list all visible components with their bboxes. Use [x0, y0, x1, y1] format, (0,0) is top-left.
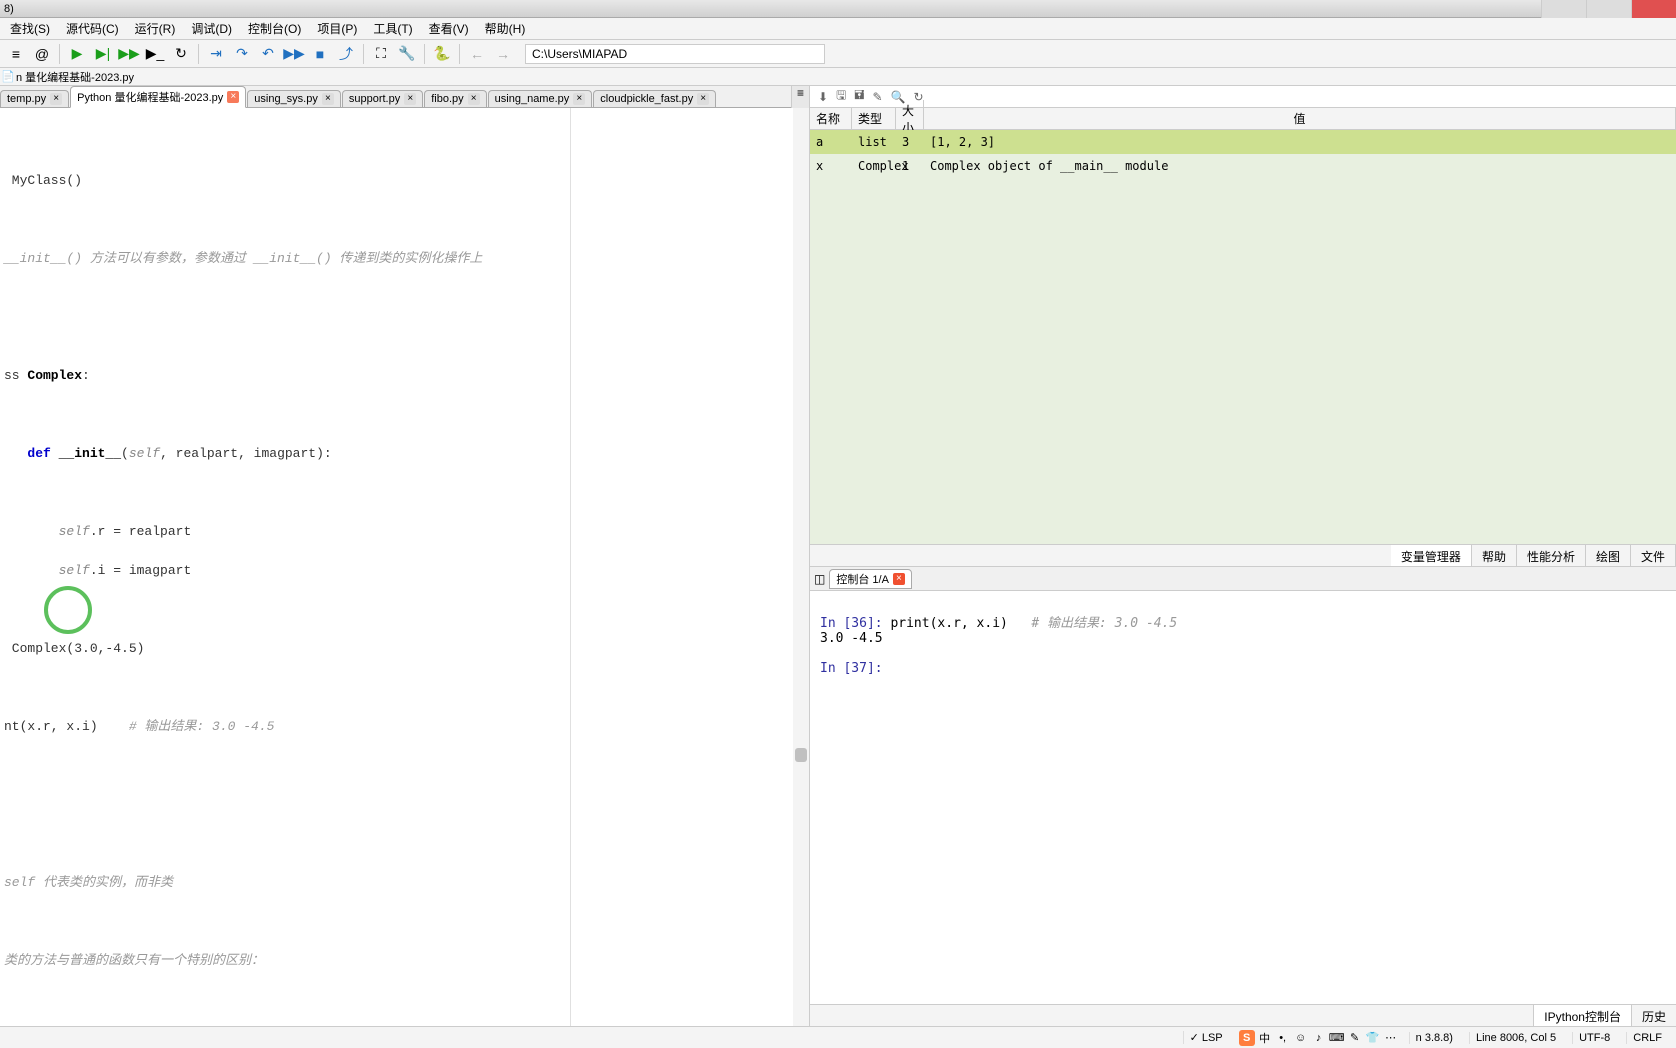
menu-view[interactable]: 查看(V)	[421, 18, 477, 39]
variable-header: 名称 类型 大小 值	[810, 108, 1676, 130]
debug-stepinto-icon[interactable]: ⇥	[204, 42, 228, 66]
tab-overflow-icon[interactable]: ≡	[791, 86, 809, 108]
maximize-button[interactable]	[1586, 0, 1631, 18]
variable-explorer: 名称 类型 大小 值 a list 3 [1, 2, 3] x Complex …	[810, 108, 1676, 566]
current-file-name: n 量化编程基础-2023.py	[16, 69, 134, 85]
outline-icon[interactable]: ≡	[4, 42, 28, 66]
tab-support[interactable]: support.py×	[342, 90, 423, 107]
debug-stepout-icon[interactable]: ↶	[256, 42, 280, 66]
menu-debug[interactable]: 调试(D)	[183, 18, 240, 39]
close-icon[interactable]: ×	[227, 91, 239, 103]
tab-cloudpickle[interactable]: cloudpickle_fast.py×	[593, 90, 716, 107]
cursor-position: Line 8006, Col 5	[1469, 1032, 1562, 1044]
tab-using-sys[interactable]: using_sys.py×	[247, 90, 341, 107]
close-icon[interactable]: ×	[468, 93, 480, 105]
tab-using-name[interactable]: using_name.py×	[488, 90, 593, 107]
menu-bar: 查找(S) 源代码(C) 运行(R) 调试(D) 控制台(O) 项目(P) 工具…	[0, 18, 1676, 40]
status-bar: ✓ LSP S 中 •, ☺ ♪ ⌨ ✎ 👕 ⋯ n 3.8.8) Line 8…	[0, 1026, 1676, 1048]
encoding[interactable]: UTF-8	[1572, 1032, 1616, 1044]
maximize-pane-icon[interactable]: ⛶	[369, 42, 393, 66]
line-ending[interactable]: CRLF	[1626, 1032, 1668, 1044]
run-cell-advance-icon[interactable]: ▶▶	[117, 42, 141, 66]
console-output[interactable]: In [36]: print(x.r, x.i) # 输出结果: 3.0 -4.…	[810, 591, 1676, 1004]
python-path-icon[interactable]: 🐍	[430, 42, 454, 66]
window-title: 8)	[4, 3, 14, 15]
settings-icon[interactable]: 🔧	[395, 42, 419, 66]
window-title-bar: 8)	[0, 0, 1676, 18]
run-selection-icon[interactable]: ▶_	[143, 42, 167, 66]
tab-ipython-console[interactable]: IPython控制台	[1533, 1005, 1631, 1026]
working-directory-input[interactable]	[525, 44, 825, 64]
editor-scrollbar[interactable]	[793, 108, 809, 1026]
variable-explorer-toolbar: ⬇ 🖫 🖬 ✎ 🔍 ↻	[810, 86, 1676, 108]
col-name-header[interactable]: 名称	[810, 108, 852, 129]
menu-help[interactable]: 帮助(H)	[477, 18, 534, 39]
variable-row[interactable]: x Complex 1 Complex object of __main__ m…	[810, 154, 1676, 178]
python-env[interactable]: n 3.8.8)	[1409, 1032, 1459, 1044]
minimize-button[interactable]	[1541, 0, 1586, 18]
editor-tabs: temp.py× Python 量化编程基础-2023.py× using_sy…	[0, 86, 809, 108]
forward-icon[interactable]: →	[491, 42, 515, 66]
tab-files[interactable]: 文件	[1631, 545, 1676, 566]
close-icon[interactable]: ×	[50, 93, 62, 105]
run-cell-icon[interactable]: ▶|	[91, 42, 115, 66]
save-as-icon[interactable]: 🖬	[854, 86, 864, 107]
col-type-header[interactable]: 类型	[852, 108, 896, 129]
window-close-button[interactable]	[1631, 0, 1676, 18]
tab-fibo[interactable]: fibo.py×	[424, 90, 486, 107]
tab-variable-explorer[interactable]: 变量管理器	[1391, 545, 1472, 566]
editor-pane: temp.py× Python 量化编程基础-2023.py× using_sy…	[0, 86, 810, 1026]
exclude-icon[interactable]: ✎	[873, 90, 883, 104]
right-pane-tabs: 变量管理器 帮助 性能分析 绘图 文件	[810, 544, 1676, 566]
menu-search[interactable]: 查找(S)	[2, 18, 58, 39]
close-icon[interactable]: ×	[697, 93, 709, 105]
run-icon[interactable]: ▶	[65, 42, 89, 66]
console-tab[interactable]: 控制台 1/A ×	[829, 569, 912, 589]
console-pane: ◫ 控制台 1/A × In [36]: print(x.r, x.i) # 输…	[810, 566, 1676, 1026]
close-icon[interactable]: ×	[573, 93, 585, 105]
menu-tools[interactable]: 工具(T)	[365, 18, 420, 39]
file-icon: 📄	[0, 70, 16, 83]
tab-main[interactable]: Python 量化编程基础-2023.py×	[70, 86, 246, 108]
save-icon[interactable]: 🖫	[836, 86, 846, 107]
menu-project[interactable]: 项目(P)	[309, 18, 365, 39]
tab-help[interactable]: 帮助	[1472, 545, 1517, 566]
menu-console[interactable]: 控制台(O)	[240, 18, 309, 39]
import-icon[interactable]: ⬇	[818, 90, 828, 104]
main-toolbar: ≡ @ ▶ ▶| ▶▶ ▶_ ↻ ⇥ ↷ ↶ ▶▶ ■ ⤴ ⛶ 🔧 🐍 ← →	[0, 40, 1676, 68]
right-pane: ⬇ 🖫 🖬 ✎ 🔍 ↻ 名称 类型 大小 值 a list 3 [1, 2, 3…	[810, 86, 1676, 1026]
ruler	[570, 108, 571, 1026]
tab-profiler[interactable]: 性能分析	[1517, 545, 1586, 566]
close-icon[interactable]: ×	[404, 93, 416, 105]
ime-toolbar[interactable]: S 中 •, ☺ ♪ ⌨ ✎ 👕 ⋯	[1239, 1030, 1399, 1046]
document-path-row: 📄 n 量化编程基础-2023.py	[0, 68, 1676, 86]
debug-stepover-icon[interactable]: ↷	[230, 42, 254, 66]
at-icon[interactable]: @	[30, 42, 54, 66]
debug-exit-icon[interactable]: ⤴	[334, 42, 358, 66]
rerun-icon[interactable]: ↻	[169, 42, 193, 66]
close-icon[interactable]: ×	[322, 93, 334, 105]
tab-plots[interactable]: 绘图	[1586, 545, 1631, 566]
menu-run[interactable]: 运行(R)	[127, 18, 184, 39]
console-options-icon[interactable]: ◫	[814, 572, 825, 586]
variable-row[interactable]: a list 3 [1, 2, 3]	[810, 130, 1676, 154]
back-icon[interactable]: ←	[465, 42, 489, 66]
debug-continue-icon[interactable]: ▶▶	[282, 42, 306, 66]
code-editor[interactable]: MyClass() __init__() 方法可以有参数，参数通过 __init…	[0, 108, 809, 1026]
console-bottom-tabs: IPython控制台 历史	[810, 1004, 1676, 1026]
tab-history[interactable]: 历史	[1631, 1005, 1676, 1026]
tab-temp[interactable]: temp.py×	[0, 90, 69, 107]
debug-stop-icon[interactable]: ■	[308, 42, 332, 66]
close-icon[interactable]: ×	[893, 573, 905, 585]
console-tabs: ◫ 控制台 1/A ×	[810, 567, 1676, 591]
col-value-header[interactable]: 值	[924, 108, 1676, 129]
lsp-status[interactable]: ✓ LSP	[1183, 1031, 1229, 1044]
menu-source[interactable]: 源代码(C)	[58, 18, 127, 39]
